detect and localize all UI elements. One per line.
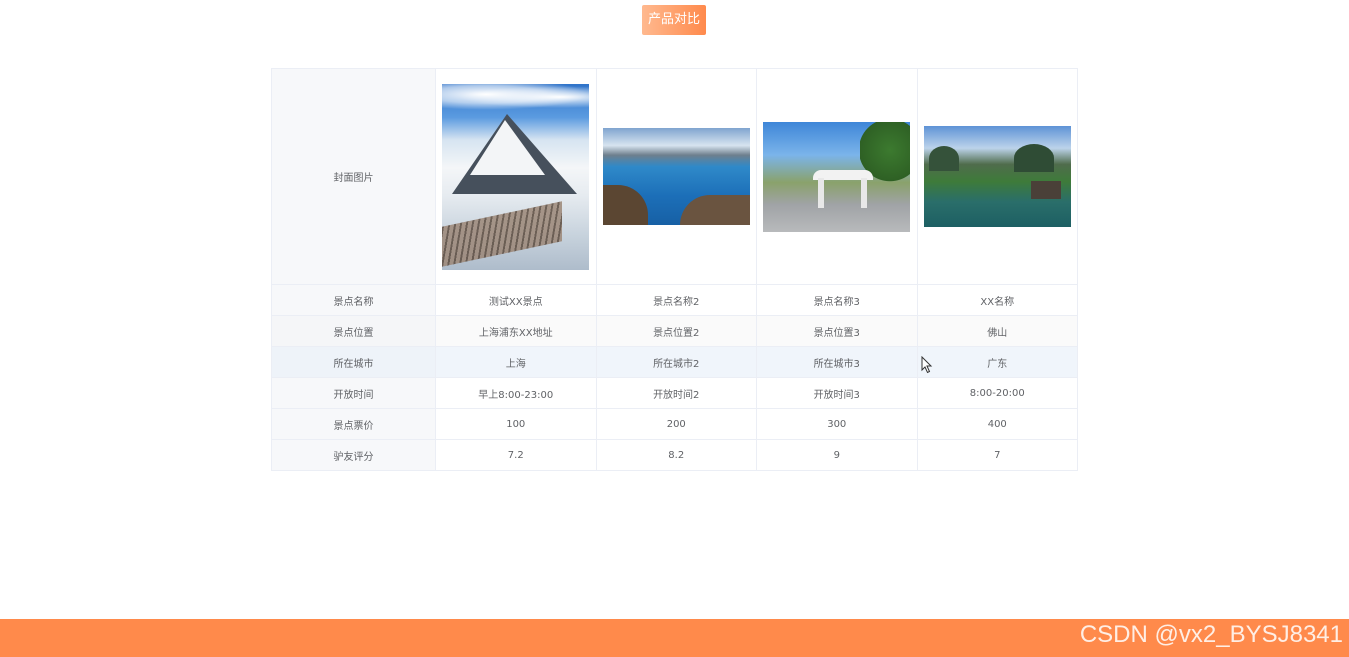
table-row-rating: 驴友评分 7.2 8.2 9 7 (271, 439, 1078, 471)
table-cell: 佛山 (916, 315, 1078, 347)
table-cell: 100 (435, 408, 597, 440)
table-cell: 8:00-20:00 (916, 377, 1078, 409)
table-cell: 7.2 (435, 439, 597, 471)
row-label-city: 所在城市 (271, 346, 436, 378)
gate-image[interactable] (763, 121, 911, 232)
table-cell: 8.2 (595, 439, 757, 471)
row-label-hours: 开放时间 (271, 377, 436, 409)
table-row-hours: 开放时间 早上8:00-23:00 开放时间2 开放时间3 8:00-20:00 (271, 377, 1078, 409)
table-row-price: 景点票价 100 200 300 400 (271, 408, 1078, 440)
table-cell: 上海 (435, 346, 597, 378)
table-cell: 景点名称2 (595, 284, 757, 316)
row-label-location: 景点位置 (271, 315, 436, 347)
product-cover-cell (595, 68, 757, 285)
watermark: CSDN @vx2_BYSJ8341 (1079, 621, 1343, 648)
row-label-rating: 驴友评分 (271, 439, 436, 471)
table-cell: 开放时间3 (756, 377, 918, 409)
table-cell: 9 (756, 439, 918, 471)
compare-button[interactable]: 产品对比 (642, 5, 706, 35)
table-cell: 景点位置2 (595, 315, 757, 347)
comparison-table: 封面图片 景点名称 测试XX景点 景点名称2 景点名称3 XX名称 景点位置 上… (271, 68, 1078, 471)
table-cell: 所在城市3 (756, 346, 918, 378)
table-cell: XX名称 (916, 284, 1078, 316)
lake-image[interactable] (602, 128, 750, 225)
table-cell: 景点位置3 (756, 315, 918, 347)
table-cell: 300 (756, 408, 918, 440)
table-cell: 400 (916, 408, 1078, 440)
row-label-name: 景点名称 (271, 284, 436, 316)
table-cell: 上海浦东XX地址 (435, 315, 597, 347)
table-row-name: 景点名称 测试XX景点 景点名称2 景点名称3 XX名称 (271, 284, 1078, 316)
karst-landscape-image[interactable] (923, 126, 1071, 227)
product-cover-cell (916, 68, 1078, 285)
table-row-city: 所在城市 上海 所在城市2 所在城市3 广东 (271, 346, 1078, 378)
snow-mountain-image[interactable] (442, 83, 590, 270)
table-cell: 7 (916, 439, 1078, 471)
table-cell: 景点名称3 (756, 284, 918, 316)
table-cell: 200 (595, 408, 757, 440)
table-cell: 早上8:00-23:00 (435, 377, 597, 409)
table-cell: 开放时间2 (595, 377, 757, 409)
row-label-price: 景点票价 (271, 408, 436, 440)
table-cell: 广东 (916, 346, 1078, 378)
table-cell: 测试XX景点 (435, 284, 597, 316)
product-cover-cell (435, 68, 597, 285)
table-row-cover: 封面图片 (271, 68, 1078, 285)
table-row-location: 景点位置 上海浦东XX地址 景点位置2 景点位置3 佛山 (271, 315, 1078, 347)
table-cell: 所在城市2 (595, 346, 757, 378)
page: 产品对比 封面图片 景点名称 测试XX景点 景点名称2 景点名称3 XX名称 景… (0, 0, 1349, 657)
product-cover-cell (756, 68, 918, 285)
row-label-cover: 封面图片 (271, 68, 436, 285)
